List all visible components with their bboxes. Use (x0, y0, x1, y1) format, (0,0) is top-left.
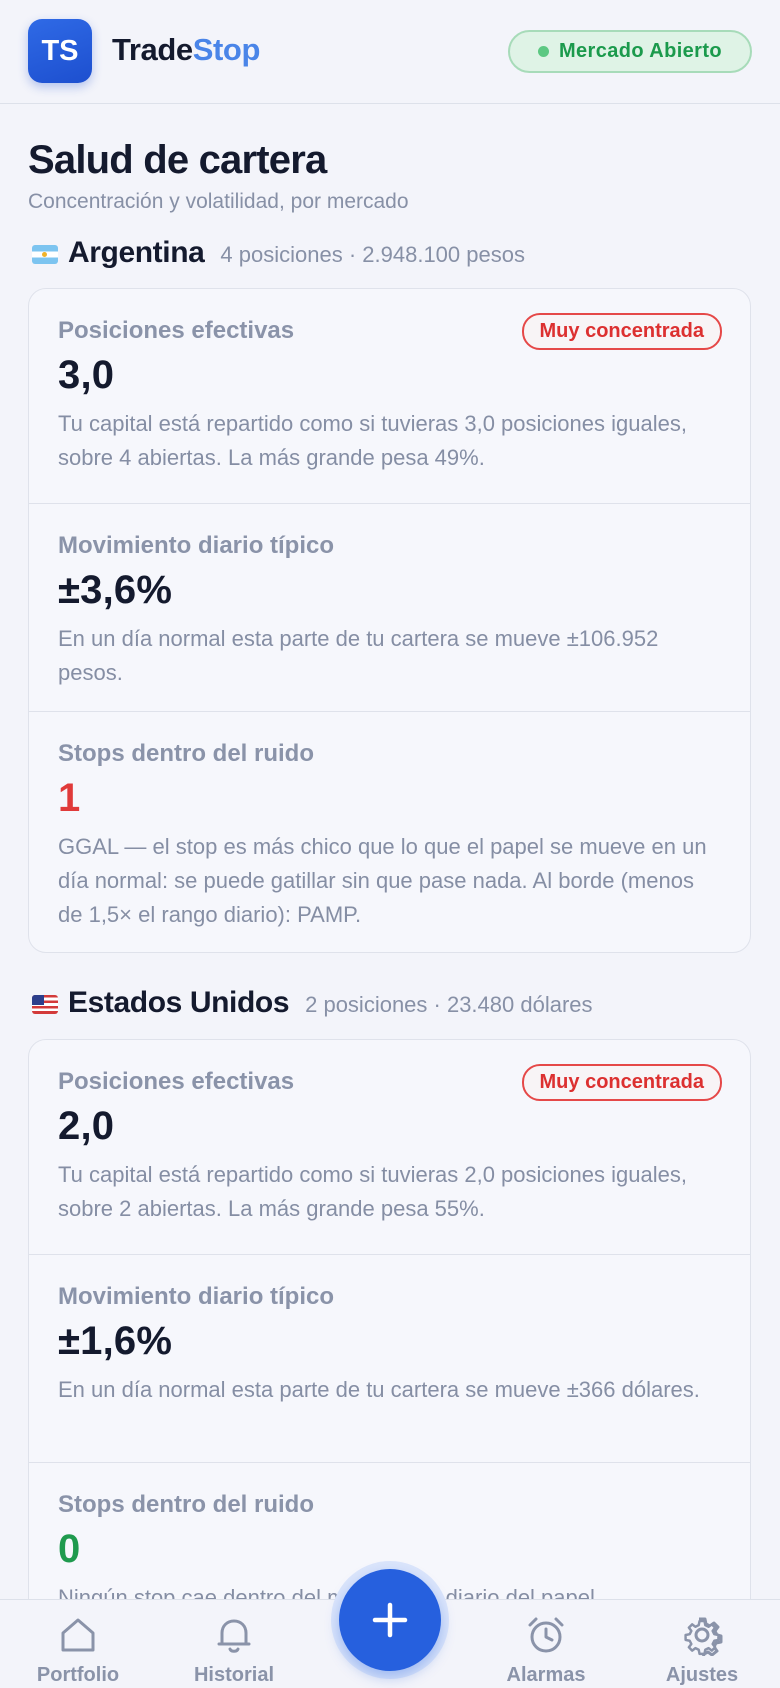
market-meta: 2 posiciones · 23.480 dólares (305, 992, 593, 1017)
market-meta: 4 posiciones · 2.948.100 pesos (220, 242, 525, 267)
app-header: TS TradeStop Mercado Abierto (0, 0, 780, 104)
page-title: Salud de cartera (28, 138, 327, 182)
page-subtitle: Concentración y volatilidad, por mercado (28, 190, 409, 213)
nav-label: Historial (193, 1664, 275, 1686)
metric-description: En un día normal esta parte de tu carter… (58, 626, 659, 685)
home-icon (61, 1618, 95, 1652)
nav-portfolio[interactable]: Portfolio (3, 1614, 153, 1687)
add-position-button[interactable] (331, 1561, 449, 1679)
usa-flag-icon (32, 994, 58, 1014)
metric-effective-positions: Posiciones efectivas Muy concentrada 3,0… (29, 289, 750, 504)
market-status-badge: Mercado Abierto (508, 30, 752, 73)
nav-label: Portfolio (36, 1664, 120, 1686)
nav-alarmas[interactable]: Alarmas (471, 1614, 621, 1687)
argentina-flag-icon (32, 244, 58, 264)
metric-description: En un día normal esta parte de tu carter… (58, 1377, 700, 1402)
gear-icon (684, 1617, 723, 1656)
metric-value: 2,0 (58, 1104, 115, 1148)
market-name: Argentina (68, 236, 205, 269)
metric-value: 3,0 (58, 353, 115, 397)
market-name: Estados Unidos (68, 986, 290, 1019)
metric-stops-in-noise: Stops dentro del ruido 1 GGAL — el stop … (29, 712, 750, 952)
metric-value: ±3,6% (58, 568, 173, 612)
metric-label: Stops dentro del ruido (58, 740, 314, 767)
metric-label: Stops dentro del ruido (58, 1491, 314, 1518)
metric-description: Tu capital está repartido como si tuvier… (58, 1162, 687, 1221)
brand-name: TradeStop (112, 32, 260, 68)
status-dot-icon (537, 46, 549, 57)
alarm-clock-icon (528, 1617, 564, 1653)
metric-label: Movimiento diario típico (58, 532, 335, 559)
brand-name-trade: Trade (112, 32, 193, 67)
metric-value: 1 (58, 776, 81, 820)
add-button-core[interactable] (339, 1569, 441, 1671)
market-status-label: Mercado Abierto (558, 40, 723, 62)
concentration-badge: Muy concentrada (521, 1064, 722, 1101)
metric-daily-move: Movimiento diario típico ±3,6% En un día… (29, 504, 750, 712)
metric-label: Movimiento diario típico (58, 1283, 335, 1310)
market-card-argentina: Posiciones efectivas Muy concentrada 3,0… (28, 288, 751, 953)
plus-icon (372, 1602, 408, 1638)
nav-label: Alarmas (506, 1664, 586, 1686)
brand-name-stop: Stop (192, 32, 261, 67)
concentration-badge: Muy concentrada (521, 313, 722, 350)
metric-effective-positions: Posiciones efectivas Muy concentrada 2,0… (29, 1040, 750, 1255)
metric-daily-move: Movimiento diario típico ±1,6% En un día… (29, 1255, 750, 1463)
app-logo[interactable]: TS (28, 19, 92, 83)
metric-description: GGAL — el stop es más chico que lo que e… (58, 834, 707, 927)
nav-label: Ajustes (665, 1664, 739, 1686)
metric-description: Tu capital está repartido como si tuvier… (58, 411, 687, 470)
nav-historial[interactable]: Historial (159, 1614, 309, 1687)
market-header-argentina: Argentina 4 posiciones · 2.948.100 pesos (32, 236, 525, 272)
nav-ajustes[interactable]: Ajustes (627, 1614, 777, 1687)
metric-value: ±1,6% (58, 1319, 173, 1363)
market-header-usa: Estados Unidos 2 posiciones · 23.480 dól… (32, 986, 593, 1022)
bell-icon (217, 1619, 251, 1653)
